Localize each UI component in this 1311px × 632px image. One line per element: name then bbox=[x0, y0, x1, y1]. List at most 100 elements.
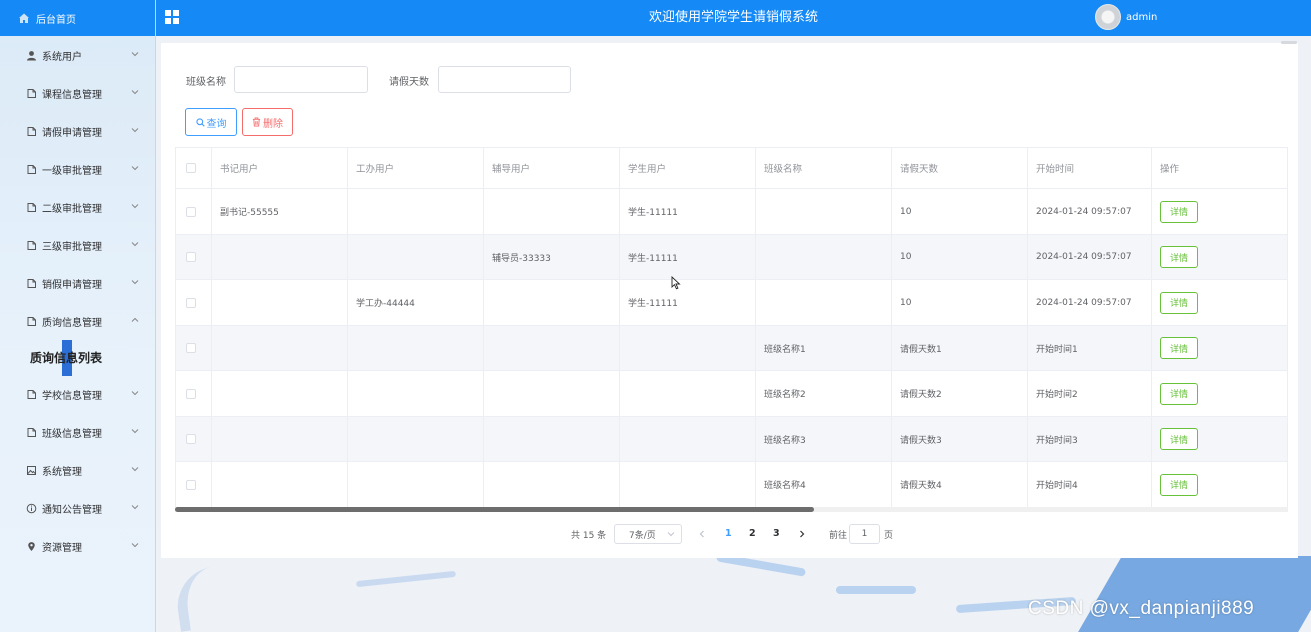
sidebar-item[interactable]: 班级信息管理 bbox=[0, 413, 155, 451]
table-cell: 请假天数1 bbox=[892, 326, 1028, 370]
row-checkbox[interactable] bbox=[186, 252, 196, 262]
select-all-checkbox[interactable] bbox=[186, 163, 196, 173]
table-cell: 班级名称2 bbox=[756, 371, 892, 416]
table-cell: 2024-01-24 09:57:07 bbox=[1028, 235, 1152, 279]
sidebar-home[interactable]: 后台首页 bbox=[0, 0, 155, 36]
data-table: 书记用户 工办用户 辅导用户 学生用户 班级名称 请假天数 开始时间 操作 副书记-55555 学… bbox=[175, 147, 1288, 511]
action-cell: 详情 bbox=[1152, 326, 1287, 370]
leave-days-input[interactable] bbox=[438, 66, 571, 93]
sidebar-item[interactable]: 质询信息管理 bbox=[0, 302, 155, 340]
info-icon bbox=[25, 502, 37, 514]
sidebar-item[interactable]: 通知公告管理 bbox=[0, 489, 155, 527]
detail-button[interactable]: 详情 bbox=[1160, 428, 1198, 450]
delete-button[interactable]: 删除 bbox=[242, 108, 293, 136]
page-number-1[interactable]: 1 bbox=[725, 524, 732, 544]
column-header: 书记用户 bbox=[212, 148, 348, 188]
background-decoration bbox=[1070, 556, 1311, 632]
sidebar-item[interactable]: 系统用户 bbox=[0, 36, 155, 74]
top-bar: 欢迎使用学院学生请销假系统 admin bbox=[156, 0, 1311, 36]
table-row[interactable]: 班级名称2 请假天数2 开始时间2 详情 bbox=[176, 371, 1287, 417]
image-icon bbox=[25, 464, 37, 476]
query-button-label: 查询 bbox=[206, 118, 227, 130]
table-cell bbox=[756, 280, 892, 325]
chevron-down-icon bbox=[131, 505, 139, 510]
sidebar-item[interactable]: 请假申请管理 bbox=[0, 112, 155, 150]
row-checkbox[interactable] bbox=[186, 388, 196, 399]
table-row[interactable]: 班级名称3 请假天数3 开始时间3 详情 bbox=[176, 417, 1287, 462]
chevron-down-icon bbox=[131, 52, 139, 57]
sidebar-item[interactable]: 学校信息管理 bbox=[0, 375, 155, 413]
table-cell bbox=[620, 462, 756, 507]
chevron-down-icon bbox=[131, 204, 139, 209]
table-cell bbox=[484, 280, 620, 325]
chevron-down-icon bbox=[131, 128, 139, 133]
row-checkbox[interactable] bbox=[186, 479, 196, 490]
sidebar-item[interactable]: 销假申请管理 bbox=[0, 264, 155, 302]
detail-button[interactable]: 详情 bbox=[1160, 291, 1198, 314]
table-cell bbox=[348, 235, 484, 279]
table-row[interactable]: 班级名称1 请假天数1 开始时间1 详情 bbox=[176, 326, 1287, 371]
page-number-2[interactable]: 2 bbox=[749, 524, 756, 544]
next-page-icon[interactable] bbox=[798, 530, 806, 538]
row-checkbox-cell bbox=[176, 235, 212, 279]
sidebar-item[interactable]: 课程信息管理 bbox=[0, 74, 155, 112]
scrollbar[interactable] bbox=[1281, 41, 1297, 44]
table-row[interactable]: 班级名称4 请假天数4 开始时间4 详情 bbox=[176, 462, 1287, 508]
sidebar-item[interactable]: 二级审批管理 bbox=[0, 188, 155, 226]
chevron-down-icon bbox=[131, 543, 139, 548]
table-row[interactable]: 学工办-44444 学生-11111 10 2024-01-24 09:57:07 详情 bbox=[176, 280, 1287, 326]
username[interactable]: admin bbox=[1126, 0, 1157, 36]
table-row[interactable]: 副书记-55555 学生-11111 10 2024-01-24 09:57:07 详情 bbox=[176, 189, 1287, 235]
table-cell bbox=[756, 189, 892, 234]
avatar[interactable] bbox=[1095, 4, 1121, 30]
chevron-down-icon bbox=[131, 429, 139, 434]
table-cell: 请假天数2 bbox=[892, 371, 1028, 416]
sidebar-sub-item[interactable]: 质询信息列表 bbox=[0, 340, 155, 376]
row-checkbox[interactable] bbox=[186, 434, 196, 444]
delete-button-label: 删除 bbox=[263, 118, 283, 130]
page-number-3[interactable]: 3 bbox=[773, 524, 780, 544]
table-cell: 10 bbox=[892, 189, 1028, 234]
query-button[interactable]: 查询 bbox=[185, 108, 237, 136]
doc-icon bbox=[25, 388, 37, 400]
row-checkbox[interactable] bbox=[186, 297, 196, 308]
row-checkbox[interactable] bbox=[186, 206, 196, 217]
detail-button[interactable]: 详情 bbox=[1160, 382, 1198, 405]
detail-button[interactable]: 详情 bbox=[1160, 473, 1198, 496]
goto-page-input[interactable]: 1 bbox=[849, 524, 880, 544]
sidebar-item-label: 请假申请管理 bbox=[42, 127, 102, 139]
detail-button[interactable]: 详情 bbox=[1160, 337, 1198, 359]
detail-button[interactable]: 详情 bbox=[1160, 200, 1198, 223]
goto-label: 前往 bbox=[829, 530, 848, 541]
location-icon bbox=[25, 540, 37, 552]
watermark: CSDN @vx_danpianji889 bbox=[1028, 598, 1255, 619]
background-decoration bbox=[172, 550, 340, 632]
table-cell: 开始时间1 bbox=[1028, 326, 1152, 370]
row-checkbox-cell bbox=[176, 326, 212, 370]
class-name-input[interactable] bbox=[234, 66, 368, 93]
chevron-down-icon bbox=[131, 90, 139, 95]
table-cell bbox=[348, 462, 484, 507]
doc-icon bbox=[25, 315, 37, 327]
table-cell bbox=[348, 417, 484, 461]
table-row[interactable]: 辅导员-33333 学生-11111 10 2024-01-24 09:57:07 详情 bbox=[176, 235, 1287, 280]
sidebar-item-label: 一级审批管理 bbox=[42, 165, 102, 177]
row-checkbox[interactable] bbox=[186, 343, 196, 353]
doc-icon bbox=[25, 277, 37, 289]
horizontal-scrollbar[interactable] bbox=[175, 507, 814, 512]
search-icon bbox=[195, 117, 205, 127]
table-cell bbox=[484, 326, 620, 370]
prev-page-icon[interactable] bbox=[698, 530, 706, 538]
detail-button[interactable]: 详情 bbox=[1160, 246, 1198, 268]
sidebar-item[interactable]: 资源管理 bbox=[0, 527, 155, 565]
sidebar-item[interactable]: 一级审批管理 bbox=[0, 150, 155, 188]
sidebar-item[interactable]: 系统管理 bbox=[0, 451, 155, 489]
table-cell: 学工办-44444 bbox=[348, 280, 484, 325]
table-cell: 开始时间4 bbox=[1028, 462, 1152, 507]
sidebar-item[interactable]: 三级审批管理 bbox=[0, 226, 155, 264]
column-header: 辅导用户 bbox=[484, 148, 620, 188]
page-suffix: 页 bbox=[884, 530, 894, 541]
pagination-total: 共 15 条 bbox=[571, 530, 607, 541]
page-size-select[interactable]: 7条/页 bbox=[614, 524, 682, 544]
table-cell bbox=[212, 417, 348, 461]
